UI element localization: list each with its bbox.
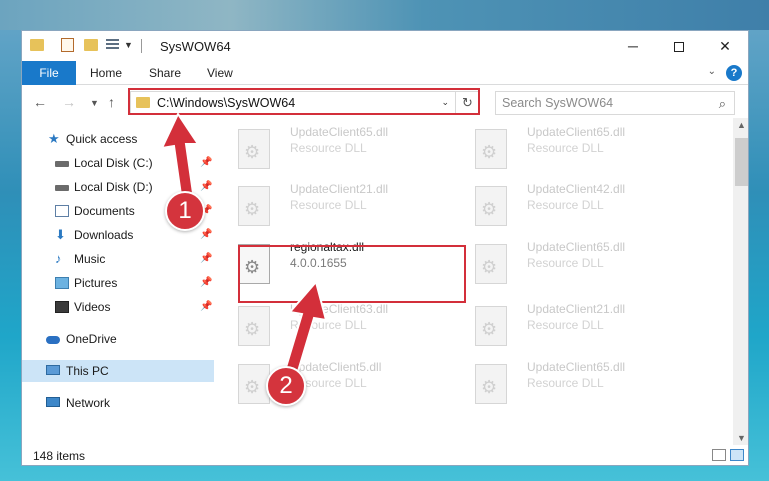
tab-share[interactable]: Share (149, 61, 181, 85)
tab-file[interactable]: File (22, 61, 76, 85)
file-name: UpdateClient42.dll (527, 182, 626, 196)
scroll-up-icon[interactable]: ▲ (737, 120, 746, 130)
file-description: Resource DLL (527, 256, 604, 270)
properties-list-icon[interactable] (106, 39, 119, 52)
sidebar-item-videos[interactable]: Videos 📌 (22, 296, 214, 318)
up-arrow-icon[interactable]: ↑ (108, 94, 115, 110)
sidebar-item-label: Local Disk (D:) (74, 180, 153, 194)
disk-icon (55, 185, 69, 191)
item-count: 148 items (33, 449, 86, 463)
dll-file-icon (238, 129, 270, 169)
sidebar-item-label: OneDrive (66, 332, 117, 346)
file-item[interactable]: UpdateClient65.dll Resource DLL (455, 354, 680, 404)
title-separator (141, 39, 142, 53)
file-item[interactable]: UpdateClient65.dll Resource DLL (455, 234, 680, 284)
sidebar-item-label: This PC (66, 364, 109, 378)
dll-file-icon (238, 186, 270, 226)
sidebar-item-label: Documents (74, 204, 135, 218)
sidebar-item-label: Videos (74, 300, 111, 314)
download-icon: ⬇ (55, 227, 66, 242)
file-name: UpdateClient65.dll (290, 125, 389, 139)
file-description: Resource DLL (527, 198, 604, 212)
pictures-icon (55, 277, 69, 289)
title-bar: ▼ SysWOW64 ─ ✕ (22, 31, 748, 61)
sidebar-item-label: Quick access (66, 132, 138, 146)
new-folder-icon[interactable] (84, 39, 98, 51)
forward-arrow-icon[interactable]: → (62, 94, 76, 110)
minimize-button[interactable]: ─ (610, 31, 656, 61)
sidebar-item-pictures[interactable]: Pictures 📌 (22, 272, 214, 294)
file-item[interactable]: UpdateClient21.dll Resource DLL (455, 296, 680, 346)
tab-home[interactable]: Home (90, 61, 122, 85)
desktop-background (0, 0, 769, 30)
disk-icon (55, 161, 69, 167)
sidebar-item-label: Music (74, 252, 106, 266)
file-name: UpdateClient65.dll (527, 360, 626, 374)
window-title: SysWOW64 (160, 39, 231, 54)
properties-check-icon[interactable] (61, 38, 74, 52)
pin-icon: 📌 (200, 253, 213, 264)
help-icon[interactable]: ? (726, 65, 742, 81)
tab-view[interactable]: View (207, 61, 233, 85)
file-description: Resource DLL (290, 198, 367, 212)
large-icons-view-icon[interactable] (730, 449, 744, 461)
videos-icon (55, 301, 69, 313)
pc-icon (46, 365, 60, 375)
maximize-icon (674, 42, 684, 53)
file-description: Resource DLL (290, 141, 367, 155)
scroll-thumb[interactable] (735, 138, 748, 186)
file-name: UpdateClient65.dll (527, 240, 626, 254)
scroll-down-icon[interactable]: ▼ (737, 433, 746, 443)
file-name: UpdateClient21.dll (290, 182, 389, 196)
star-icon: ★ (48, 131, 60, 146)
step-2-badge: 2 (266, 366, 306, 406)
file-description: Resource DLL (527, 318, 604, 332)
documents-icon (55, 205, 69, 217)
sidebar-item-network[interactable]: Network (22, 392, 214, 414)
dll-file-icon (475, 186, 507, 226)
search-icon[interactable]: ⌕ (719, 96, 726, 112)
dll-file-icon (238, 306, 270, 346)
ribbon-expand-icon[interactable]: ⌄ (708, 66, 716, 77)
recent-locations-icon[interactable]: ▼ (90, 98, 99, 108)
file-description: Resource DLL (527, 376, 604, 390)
file-item[interactable]: UpdateClient42.dll Resource DLL (455, 176, 680, 226)
status-bar: 148 items (22, 445, 748, 465)
sidebar-item-music[interactable]: ♪ Music 📌 (22, 248, 214, 270)
file-name: UpdateClient21.dll (527, 302, 626, 316)
music-icon: ♪ (55, 251, 62, 266)
sidebar-item-this-pc[interactable]: This PC (22, 360, 214, 382)
search-box[interactable]: Search SysWOW64 ⌕ (495, 91, 735, 115)
file-item[interactable]: UpdateClient21.dll Resource DLL (218, 176, 443, 226)
sidebar-item-onedrive[interactable]: OneDrive (22, 328, 214, 350)
file-name: UpdateClient65.dll (527, 125, 626, 139)
dll-file-icon (475, 244, 507, 284)
pin-icon: 📌 (200, 301, 213, 312)
file-description: Resource DLL (527, 141, 604, 155)
folder-icon (30, 39, 44, 51)
back-arrow-icon[interactable]: ← (33, 94, 47, 110)
dll-file-icon (475, 364, 507, 404)
sidebar-item-label: Pictures (74, 276, 118, 290)
network-icon (46, 397, 60, 407)
sidebar-item-label: Downloads (74, 228, 134, 242)
vertical-scrollbar[interactable]: ▲ ▼ (733, 118, 748, 445)
close-button[interactable]: ✕ (702, 31, 748, 61)
cloud-icon (46, 336, 60, 344)
dll-file-icon (475, 306, 507, 346)
file-item[interactable]: UpdateClient65.dll Resource DLL (218, 119, 443, 169)
pin-icon: 📌 (200, 277, 213, 288)
maximize-button[interactable] (656, 31, 702, 61)
dll-file-icon (475, 129, 507, 169)
file-item[interactable]: UpdateClient65.dll Resource DLL (455, 119, 680, 169)
search-input[interactable]: Search SysWOW64 (502, 96, 613, 110)
details-view-icon[interactable] (712, 449, 726, 461)
sidebar-item-label: Local Disk (C:) (74, 156, 153, 170)
quick-access-dropdown-icon[interactable]: ▼ (124, 40, 133, 56)
step-1-badge: 1 (165, 191, 205, 231)
ribbon-tabs: File Home Share View ⌄ ? (22, 61, 748, 85)
sidebar-item-label: Network (66, 396, 111, 410)
